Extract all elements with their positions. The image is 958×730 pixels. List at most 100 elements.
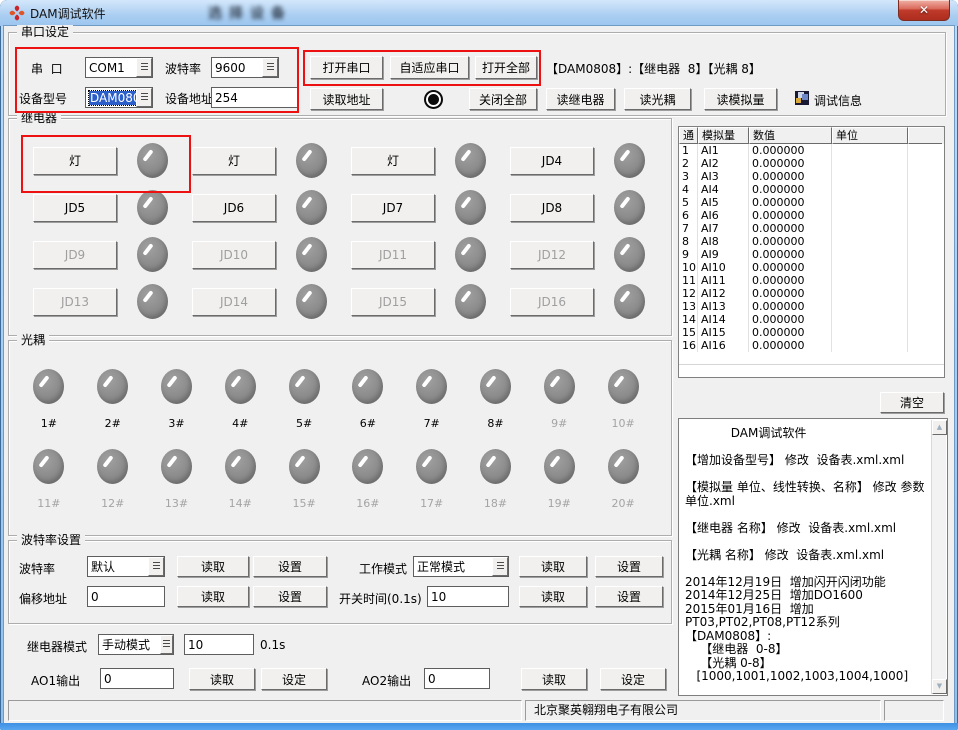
work-mode-read-button[interactable]: 读取 <box>519 556 587 577</box>
info-scrollbar[interactable]: ▲ ▼ <box>931 420 946 694</box>
baud-dropdown-button[interactable] <box>262 58 278 77</box>
relay-button[interactable]: JD10 <box>192 241 276 269</box>
ao1-input[interactable] <box>100 668 174 689</box>
relay-button[interactable]: JD13 <box>33 288 117 316</box>
opto-indicator-knob <box>608 369 639 404</box>
switch-time-read-button[interactable]: 读取 <box>519 586 587 607</box>
relay-button[interactable]: 灯 <box>33 147 117 175</box>
cell-channel: 14 <box>679 313 698 326</box>
cell-value: 0.000000 <box>749 157 832 170</box>
relay-button[interactable]: JD16 <box>510 288 594 316</box>
relay-cell: JD5 <box>25 190 184 225</box>
relay-button[interactable]: JD14 <box>192 288 276 316</box>
cell-unit <box>832 300 908 313</box>
baudrate-combobox[interactable]: 默认 <box>87 556 165 577</box>
auto-serial-button[interactable]: 自适应串口 <box>390 56 469 79</box>
opto-cell: 19# <box>527 449 591 510</box>
ao1-set-button[interactable]: 设定 <box>261 668 327 690</box>
info-line: 【继电器 0-8】 <box>685 643 925 657</box>
opto-channel-label: 7# <box>424 417 440 430</box>
relay-button[interactable]: JD4 <box>510 147 594 175</box>
opto-cell: 11# <box>17 449 81 510</box>
cell-unit <box>832 287 908 300</box>
relay-mode-dropdown-button[interactable] <box>160 635 173 654</box>
relay-button[interactable]: JD9 <box>33 241 117 269</box>
opto-cell: 2# <box>81 369 145 430</box>
cell-blank <box>908 144 942 157</box>
work-mode-combobox[interactable]: 正常模式 <box>413 556 509 577</box>
info-line: 【模拟量 单位、线性转换、名称】 修改 参数单位.xml <box>685 481 925 508</box>
scroll-up-button[interactable]: ▲ <box>932 420 947 435</box>
cell-value: 0.000000 <box>749 222 832 235</box>
close-button[interactable]: ✕ <box>898 0 950 21</box>
opto-channel-label: 20# <box>611 497 634 510</box>
relay-button[interactable]: JD7 <box>351 194 435 222</box>
baudrate-read-button[interactable]: 读取 <box>177 556 249 577</box>
relay-button[interactable]: JD6 <box>192 194 276 222</box>
background-window-title: 选择设备 <box>208 3 292 23</box>
ao1-read-button[interactable]: 读取 <box>189 668 255 690</box>
cell-value: 0.000000 <box>749 209 832 222</box>
dropdown-lines-icon <box>267 63 274 72</box>
relay-button[interactable]: JD5 <box>33 194 117 222</box>
opto-channel-label: 13# <box>165 497 188 510</box>
cell-analog: AI9 <box>698 248 749 261</box>
ao2-set-button[interactable]: 设定 <box>600 668 666 690</box>
relay-cell: JD15 <box>343 284 502 319</box>
opto-indicator-knob <box>480 369 511 404</box>
read-addr-button[interactable]: 读取地址 <box>310 88 383 110</box>
info-line: 2014年12月19日 增加闪开闪闭功能 <box>685 576 925 590</box>
opto-channel-label: 12# <box>101 497 124 510</box>
relay-button[interactable]: JD11 <box>351 241 435 269</box>
switch-time-set-button[interactable]: 设置 <box>595 586 663 607</box>
relay-mode-time-input[interactable] <box>184 634 254 655</box>
relay-button[interactable]: 灯 <box>351 147 435 175</box>
ao2-input[interactable] <box>424 668 490 689</box>
ao2-read-button[interactable]: 读取 <box>521 668 587 690</box>
port-combobox[interactable]: COM1 <box>85 57 153 78</box>
info-line: 2014年12月25日 增加DO1600 <box>685 589 925 603</box>
port-dropdown-button[interactable] <box>136 58 152 77</box>
header-blank <box>908 127 942 144</box>
switch-time-input[interactable] <box>427 586 509 607</box>
model-dropdown-button[interactable] <box>136 88 152 107</box>
work-mode-set-button[interactable]: 设置 <box>595 556 663 577</box>
relay-cell: JD9 <box>25 237 184 272</box>
baud-combobox[interactable]: 9600 <box>211 57 279 78</box>
relay-cell: 灯 <box>25 143 184 178</box>
opto-indicator-knob <box>352 369 383 404</box>
info-line <box>685 508 925 522</box>
table-row: 15 AI15 0.000000 <box>679 326 944 339</box>
close-all-button[interactable]: 关闭全部 <box>469 88 537 110</box>
cell-analog: AI2 <box>698 157 749 170</box>
offset-input[interactable] <box>87 586 165 607</box>
read-relay-button[interactable]: 读继电器 <box>546 88 615 110</box>
cell-analog: AI12 <box>698 287 749 300</box>
baud-settings-group: 波特率设置 波特率 默认 读取 设置 工作模式 正常模式 读取 设置 偏移地址 … <box>8 540 672 624</box>
read-analog-button[interactable]: 读模拟量 <box>704 88 777 110</box>
offset-set-button[interactable]: 设置 <box>253 586 327 607</box>
open-serial-button[interactable]: 打开串口 <box>310 56 383 79</box>
clear-button[interactable]: 清空 <box>880 392 944 413</box>
relay-button[interactable]: JD8 <box>510 194 594 222</box>
baudrate-set-button[interactable]: 设置 <box>253 556 327 577</box>
cell-channel: 15 <box>679 326 698 339</box>
relay-button[interactable]: JD12 <box>510 241 594 269</box>
dropdown-lines-icon <box>163 640 170 649</box>
model-combobox[interactable]: DAM0808 <box>85 87 153 108</box>
relay-indicator-knob <box>455 190 486 225</box>
relay-mode-combobox[interactable]: 手动模式 <box>98 634 174 655</box>
relay-button[interactable]: JD15 <box>351 288 435 316</box>
cell-analog: AI8 <box>698 235 749 248</box>
addr-input[interactable] <box>211 87 299 108</box>
relay-button[interactable]: 灯 <box>192 147 276 175</box>
debug-info-icon <box>795 91 809 105</box>
scroll-down-button[interactable]: ▼ <box>932 679 947 694</box>
scroll-up-icon: ▲ <box>937 423 942 431</box>
work-mode-dropdown-button[interactable] <box>492 557 508 576</box>
open-all-button[interactable]: 打开全部 <box>475 56 537 79</box>
offset-read-button[interactable]: 读取 <box>177 586 249 607</box>
cell-unit <box>832 196 908 209</box>
read-opto-button[interactable]: 读光耦 <box>624 88 691 110</box>
baudrate-dropdown-button[interactable] <box>148 557 164 576</box>
